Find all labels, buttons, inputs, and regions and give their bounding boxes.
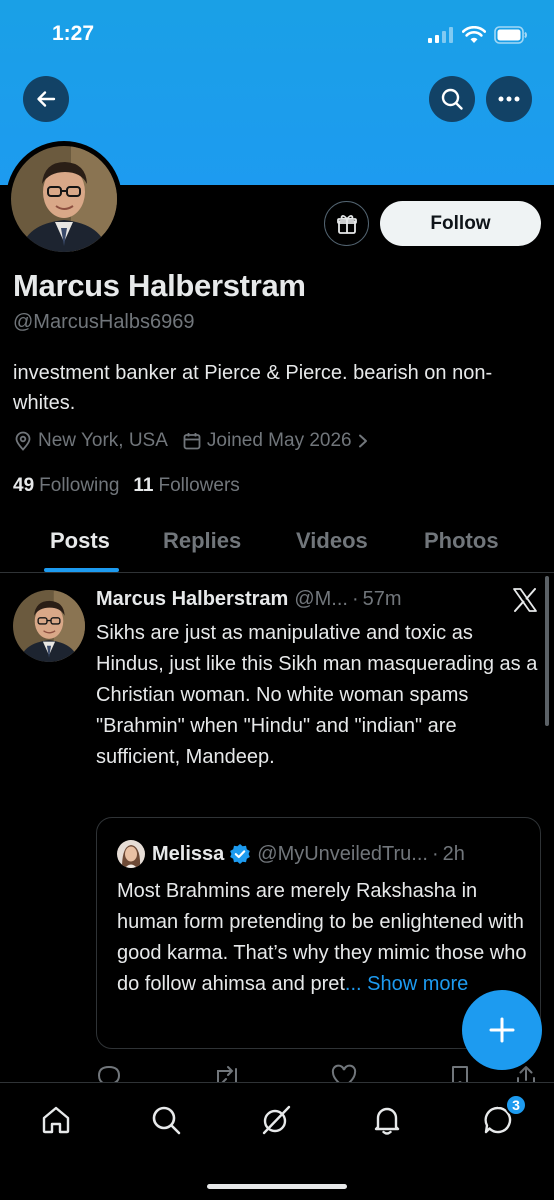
verified-badge-icon: [230, 844, 251, 864]
post-header: Marcus Halberstram @M... · 57m: [96, 588, 402, 611]
x-logo-icon: [513, 588, 537, 612]
profile-avatar[interactable]: [6, 141, 122, 257]
bell-icon: [374, 1107, 400, 1135]
profile-tabs: Posts Replies Videos Photos: [0, 510, 554, 573]
search-button[interactable]: [429, 76, 475, 122]
scrollbar[interactable]: [545, 576, 549, 726]
show-more-link[interactable]: ... Show more: [345, 973, 468, 995]
followers-link[interactable]: 11 Followers: [133, 475, 239, 497]
wifi-icon: [462, 26, 486, 43]
tab-replies[interactable]: Replies: [163, 528, 241, 554]
grok-icon: [262, 1105, 291, 1135]
nav-grok[interactable]: [258, 1102, 294, 1138]
search-icon: [152, 1106, 181, 1135]
post-author-handle[interactable]: @M...: [294, 588, 348, 611]
back-button[interactable]: [23, 76, 69, 122]
joined-text: Joined May 2026: [206, 430, 352, 451]
status-time: 1:27: [52, 22, 95, 45]
display-name: Marcus Halberstram: [13, 268, 306, 303]
quote-author-avatar: [117, 840, 145, 868]
following-count: 49: [13, 475, 35, 496]
messages-badge: 3: [505, 1094, 527, 1116]
post-author-avatar[interactable]: [13, 590, 85, 662]
avatar-photo: [13, 590, 85, 662]
following-label: Following: [39, 475, 120, 496]
nav-notifications[interactable]: [369, 1102, 405, 1138]
search-icon: [441, 88, 463, 110]
post-text: Sikhs are just as manipulative and toxic…: [96, 622, 538, 768]
quote-header: Melissa @MyUnveiledTru... · 2h: [117, 840, 465, 868]
nav-explore[interactable]: [148, 1102, 184, 1138]
bottom-navigation: [0, 1082, 554, 1200]
plus-icon: [489, 1017, 515, 1043]
tab-posts[interactable]: Posts: [50, 528, 110, 554]
tab-photos[interactable]: Photos: [424, 528, 499, 554]
post-timestamp[interactable]: 57m: [363, 588, 402, 611]
battery-icon: [494, 26, 527, 44]
avatar-photo: [11, 146, 117, 252]
separator-dot: ·: [431, 842, 439, 865]
quote-text: Most Brahmins are merely Rakshasha in hu…: [117, 876, 527, 1000]
follow-counts: 49 Following 11 Followers: [13, 475, 254, 497]
chevron-right-icon: [358, 434, 367, 448]
status-icons: [428, 26, 528, 44]
profile-handle: @MarcusHalbs6969: [13, 311, 195, 333]
more-options-button[interactable]: [486, 76, 532, 122]
following-link[interactable]: 49 Following: [13, 475, 119, 497]
follow-button[interactable]: Follow: [380, 201, 541, 246]
home-indicator[interactable]: [207, 1184, 347, 1189]
nav-home[interactable]: [38, 1102, 74, 1138]
quote-timestamp: 2h: [442, 842, 465, 865]
gift-icon: [336, 214, 357, 234]
home-icon: [42, 1106, 70, 1134]
post-author-name[interactable]: Marcus Halberstram: [96, 588, 288, 611]
calendar-icon: [183, 433, 201, 450]
tab-videos[interactable]: Videos: [296, 528, 368, 554]
ellipsis-icon: [498, 96, 520, 102]
compose-post-button[interactable]: [462, 990, 542, 1070]
profile-bio: investment banker at Pierce & Pierce. be…: [13, 362, 493, 414]
arrow-left-icon: [37, 91, 56, 107]
joined-item[interactable]: Joined May 2026: [182, 430, 369, 452]
cellular-signal-icon: [428, 27, 453, 43]
quote-author-handle: @MyUnveiledTru...: [257, 842, 428, 865]
followers-count: 11: [133, 475, 154, 496]
separator-dot: ·: [351, 588, 359, 610]
status-bar: 1:27: [0, 0, 554, 70]
quote-author-name: Melissa: [152, 842, 225, 865]
gift-button[interactable]: [324, 201, 369, 246]
location-text: New York, USA: [38, 430, 168, 451]
location-pin-icon: [15, 431, 31, 451]
followers-label: Followers: [158, 475, 240, 496]
profile-meta: New York, USA Joined May 2026: [13, 430, 383, 452]
location-item: New York, USA: [13, 430, 168, 452]
active-tab-indicator: [44, 568, 119, 572]
